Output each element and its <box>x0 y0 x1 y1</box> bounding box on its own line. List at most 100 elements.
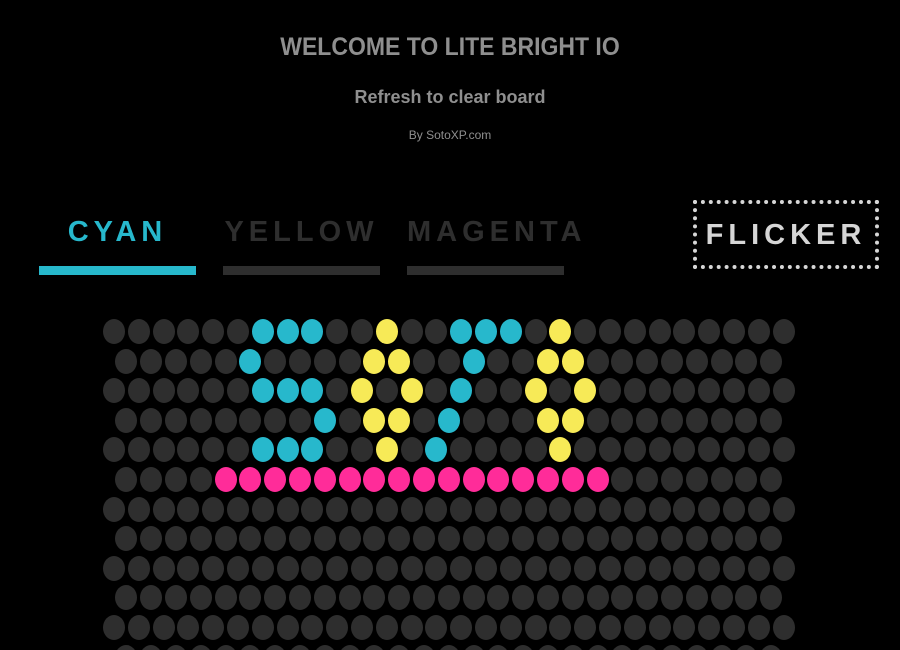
peg[interactable] <box>413 407 435 433</box>
peg[interactable] <box>524 319 547 344</box>
peg[interactable] <box>227 496 249 522</box>
peg[interactable] <box>388 644 411 650</box>
peg[interactable] <box>462 585 485 611</box>
peg[interactable] <box>351 615 373 640</box>
peg[interactable] <box>189 585 212 611</box>
peg[interactable] <box>103 319 125 344</box>
peg[interactable] <box>462 407 485 433</box>
peg[interactable] <box>524 555 547 581</box>
peg[interactable] <box>512 467 535 492</box>
peg[interactable] <box>661 644 683 650</box>
peg[interactable] <box>264 348 287 374</box>
peg[interactable] <box>747 378 770 404</box>
peg[interactable] <box>685 348 708 374</box>
peg[interactable] <box>264 407 287 433</box>
peg[interactable] <box>338 407 361 433</box>
peg[interactable] <box>698 615 721 640</box>
peg[interactable] <box>574 378 597 404</box>
peg[interactable] <box>301 615 324 640</box>
peg[interactable] <box>760 407 783 433</box>
peg[interactable] <box>152 319 175 344</box>
peg[interactable] <box>710 348 733 374</box>
peg[interactable] <box>351 319 373 344</box>
peg[interactable] <box>326 437 349 463</box>
peg[interactable] <box>413 585 435 611</box>
peg[interactable] <box>636 407 659 433</box>
peg[interactable] <box>760 526 783 552</box>
peg[interactable] <box>487 644 510 650</box>
peg[interactable] <box>735 585 758 611</box>
peg[interactable] <box>747 496 770 522</box>
peg[interactable] <box>351 378 373 404</box>
peg[interactable] <box>648 496 671 522</box>
peg[interactable] <box>673 437 696 463</box>
peg[interactable] <box>574 555 597 581</box>
peg[interactable] <box>599 378 621 404</box>
peg[interactable] <box>611 526 634 552</box>
peg[interactable] <box>301 555 324 581</box>
peg[interactable] <box>289 348 311 374</box>
peg[interactable] <box>375 319 398 344</box>
peg[interactable] <box>661 407 683 433</box>
peg[interactable] <box>698 555 721 581</box>
peg[interactable] <box>462 348 485 374</box>
peg[interactable] <box>165 526 187 552</box>
peg[interactable] <box>202 437 225 463</box>
peg[interactable] <box>723 319 745 344</box>
peg[interactable] <box>189 644 212 650</box>
peg[interactable] <box>289 644 311 650</box>
peg[interactable] <box>413 467 435 492</box>
peg[interactable] <box>760 348 783 374</box>
peg[interactable] <box>698 378 721 404</box>
peg[interactable] <box>351 437 373 463</box>
peg[interactable] <box>140 644 163 650</box>
peg[interactable] <box>239 467 262 492</box>
peg[interactable] <box>561 348 584 374</box>
peg[interactable] <box>512 585 535 611</box>
peg[interactable] <box>611 585 634 611</box>
peg[interactable] <box>475 378 497 404</box>
peg[interactable] <box>375 378 398 404</box>
peg[interactable] <box>251 319 274 344</box>
peg[interactable] <box>462 467 485 492</box>
peg[interactable] <box>561 526 584 552</box>
peg[interactable] <box>735 407 758 433</box>
peg[interactable] <box>648 378 671 404</box>
peg[interactable] <box>251 378 274 404</box>
peg[interactable] <box>189 467 212 492</box>
peg[interactable] <box>425 378 448 404</box>
peg[interactable] <box>499 378 522 404</box>
peg[interactable] <box>611 644 634 650</box>
peg[interactable] <box>214 407 237 433</box>
peg[interactable] <box>475 555 497 581</box>
peg[interactable] <box>661 526 683 552</box>
peg[interactable] <box>189 526 212 552</box>
tab-cyan[interactable]: CYAN <box>39 214 196 276</box>
peg[interactable] <box>177 496 200 522</box>
peg[interactable] <box>189 407 212 433</box>
peg[interactable] <box>400 555 423 581</box>
peg[interactable] <box>338 348 361 374</box>
peg[interactable] <box>487 348 510 374</box>
peg[interactable] <box>202 555 225 581</box>
peg[interactable] <box>227 378 249 404</box>
tab-magenta[interactable]: MAGENTA <box>407 214 581 276</box>
peg[interactable] <box>574 496 597 522</box>
peg[interactable] <box>599 496 621 522</box>
peg[interactable] <box>636 644 659 650</box>
peg[interactable] <box>375 615 398 640</box>
peg[interactable] <box>586 585 609 611</box>
peg[interactable] <box>363 644 386 650</box>
peg[interactable] <box>623 555 646 581</box>
peg[interactable] <box>375 555 398 581</box>
peg[interactable] <box>524 615 547 640</box>
peg[interactable] <box>450 378 473 404</box>
peg[interactable] <box>574 319 597 344</box>
peg[interactable] <box>661 348 683 374</box>
peg[interactable] <box>499 615 522 640</box>
peg[interactable] <box>289 526 311 552</box>
peg[interactable] <box>313 467 336 492</box>
peg[interactable] <box>127 615 150 640</box>
peg[interactable] <box>301 378 324 404</box>
peg[interactable] <box>127 496 150 522</box>
